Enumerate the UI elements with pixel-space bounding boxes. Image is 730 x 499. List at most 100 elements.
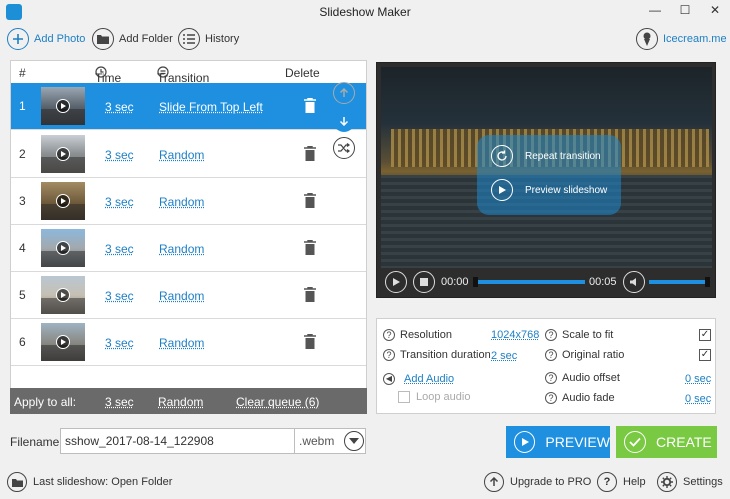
row-time[interactable]: 3 sec (105, 242, 134, 256)
slide-row[interactable]: 4 3 sec Random (11, 225, 366, 272)
help-button[interactable]: ? Help (597, 472, 646, 492)
seek-bar[interactable] (473, 280, 585, 284)
add-folder-button[interactable]: Add Folder (92, 27, 173, 51)
transition-duration-label: Transition duration (400, 349, 491, 361)
trash-icon[interactable] (304, 287, 316, 302)
slide-row[interactable]: 1 3 sec Slide From Top Left (11, 83, 366, 130)
slide-row[interactable]: 5 3 sec Random (11, 272, 366, 319)
slide-row[interactable]: 3 3 sec Random (11, 178, 366, 225)
slide-thumbnail[interactable] (41, 182, 85, 220)
trash-icon[interactable] (304, 146, 316, 161)
arrow-up-icon (339, 88, 349, 97)
play-icon[interactable] (56, 99, 70, 113)
play-icon[interactable] (56, 147, 70, 161)
move-up-button[interactable] (333, 82, 355, 104)
question-icon[interactable]: ? (545, 372, 557, 384)
add-audio-setting[interactable]: ◀ Add Audio (383, 373, 454, 385)
slide-thumbnail[interactable] (41, 87, 85, 125)
row-time[interactable]: 3 sec (105, 195, 134, 209)
clear-queue-link[interactable]: Clear queue (6) (236, 395, 319, 409)
upgrade-button[interactable]: Upgrade to PRO (484, 472, 591, 492)
help-label: Help (623, 476, 646, 488)
slide-thumbnail[interactable] (41, 276, 85, 314)
extension-value: .webm (299, 434, 335, 448)
header-delete: Delete (285, 66, 320, 80)
row-time[interactable]: 3 sec (105, 289, 134, 303)
preview-slideshow-button[interactable]: Preview slideshow (491, 179, 607, 201)
row-transition[interactable]: Random (159, 148, 204, 162)
row-transition[interactable]: Random (159, 242, 204, 256)
apply-all-transition[interactable]: Random (158, 395, 203, 409)
slide-thumbnail[interactable] (41, 135, 85, 173)
question-icon[interactable]: ? (545, 349, 557, 361)
transition-duration-value[interactable]: 2 sec (491, 350, 517, 362)
row-transition[interactable]: Slide From Top Left (159, 100, 263, 114)
volume-button[interactable] (623, 271, 645, 293)
row-transition[interactable]: Random (159, 289, 204, 303)
audio-offset-value[interactable]: 0 sec (685, 373, 711, 385)
audio-fade-value[interactable]: 0 sec (685, 393, 711, 405)
volume-handle[interactable] (705, 277, 710, 287)
resolution-value[interactable]: 1024x768 (491, 329, 539, 341)
scale-to-fit-checkbox[interactable]: ✓ (699, 329, 711, 341)
settings-button[interactable]: Settings (657, 472, 723, 492)
audio-offset-label: Audio offset (562, 372, 620, 384)
create-button[interactable]: CREATE (616, 426, 717, 458)
slide-thumbnail[interactable] (41, 229, 85, 267)
check-icon (624, 431, 646, 453)
question-icon[interactable]: ? (383, 349, 395, 361)
history-button[interactable]: History (178, 27, 239, 51)
trash-icon[interactable] (304, 240, 316, 255)
question-icon[interactable]: ? (545, 392, 557, 404)
add-photo-button[interactable]: Add Photo (7, 27, 85, 51)
shuffle-button[interactable] (333, 137, 355, 159)
time-current: 00:00 (441, 276, 469, 288)
row-transition[interactable]: Random (159, 336, 204, 350)
play-icon (491, 179, 513, 201)
slide-row[interactable]: 2 3 sec Random (11, 131, 366, 178)
icecream-link[interactable]: Icecream.me (636, 27, 727, 51)
row-time[interactable]: 3 sec (105, 100, 134, 114)
volume-bar[interactable] (649, 280, 709, 284)
play-icon[interactable] (56, 194, 70, 208)
original-ratio-checkbox[interactable]: ✓ (699, 349, 711, 361)
maximize-button[interactable]: ☐ (670, 0, 700, 22)
close-button[interactable]: ✕ (700, 0, 730, 22)
question-icon[interactable]: ? (545, 329, 557, 341)
trash-icon[interactable] (304, 193, 316, 208)
trash-icon[interactable] (304, 98, 316, 113)
seek-handle[interactable] (473, 277, 478, 287)
loop-audio-checkbox[interactable] (398, 391, 410, 403)
chevron-down-icon[interactable] (344, 431, 364, 451)
row-number: 3 (19, 194, 26, 208)
apply-all-time[interactable]: 3 sec (105, 395, 134, 409)
play-icon[interactable] (56, 335, 70, 349)
gear-icon (657, 472, 677, 492)
move-down-button[interactable] (333, 110, 355, 132)
folder-icon (7, 472, 27, 492)
slide-row[interactable]: 6 3 sec Random (11, 319, 366, 366)
last-slideshow-link[interactable]: Last slideshow: Open Folder (7, 472, 172, 492)
row-transition[interactable]: Random (159, 195, 204, 209)
minimize-button[interactable]: — (640, 0, 670, 22)
repeat-transition-button[interactable]: Repeat transition (491, 145, 601, 167)
question-icon[interactable]: ? (383, 329, 395, 341)
icecream-logo-icon (636, 28, 658, 50)
play-icon[interactable] (56, 288, 70, 302)
add-audio-link[interactable]: Add Audio (404, 373, 454, 385)
preview-button[interactable]: PREVIEW (506, 426, 610, 458)
play-button[interactable] (385, 271, 407, 293)
queue-header: # Time Transition Delete (11, 61, 366, 85)
slide-thumbnail[interactable] (41, 323, 85, 361)
filename-input[interactable]: sshow_2017-08-14_122908 (60, 428, 304, 454)
trash-icon[interactable] (304, 334, 316, 349)
play-icon[interactable] (56, 241, 70, 255)
shuffle-icon (338, 143, 350, 153)
stop-button[interactable] (413, 271, 435, 293)
row-time[interactable]: 3 sec (105, 336, 134, 350)
help-icon: ? (597, 472, 617, 492)
row-time[interactable]: 3 sec (105, 148, 134, 162)
row-number: 6 (19, 335, 26, 349)
filename-label: Filename: (10, 435, 63, 449)
header-transition: Transition (157, 66, 209, 85)
